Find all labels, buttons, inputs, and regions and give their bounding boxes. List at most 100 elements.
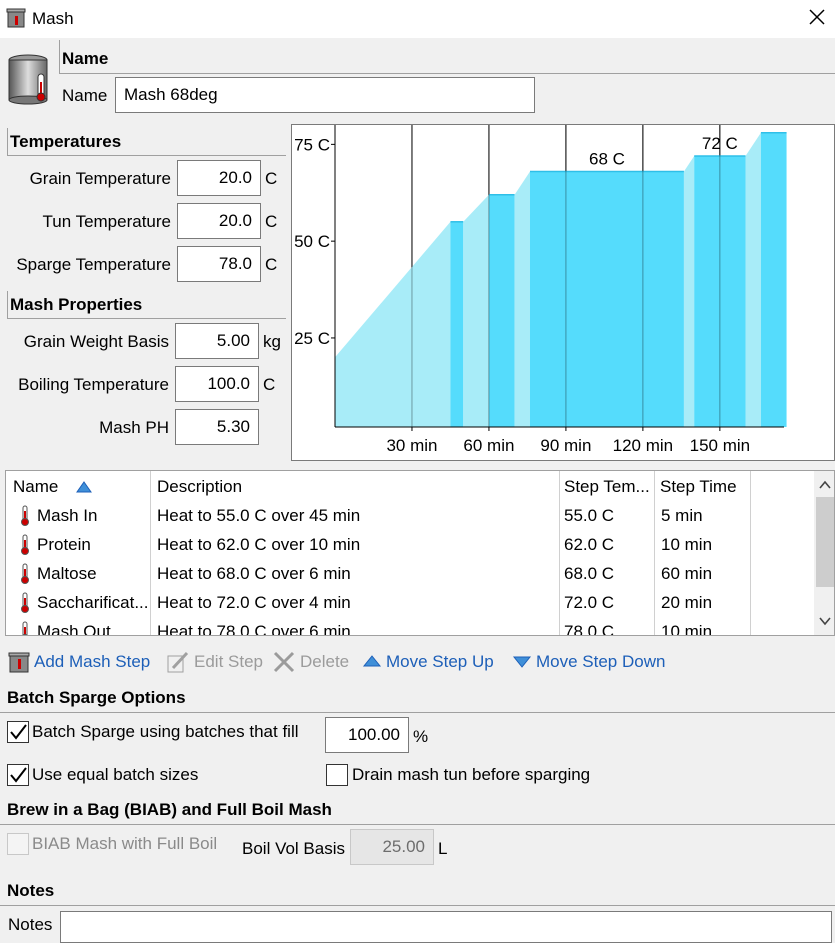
checkmark-icon <box>10 767 27 783</box>
mash-tun-icon <box>6 8 26 28</box>
column-header-step-time[interactable]: Step Time <box>660 477 737 497</box>
grain-weight-basis-unit: kg <box>263 332 281 351</box>
add-mash-step-button[interactable]: Add Mash Step <box>8 648 150 676</box>
mash-tun-large-icon <box>8 54 48 105</box>
name-label: Name <box>62 86 108 105</box>
batch-fill-unit: % <box>413 727 429 746</box>
step-temp-cell[interactable]: 72.0 C <box>564 593 652 613</box>
mash-ph-input[interactable]: 5.30 <box>175 409 259 445</box>
mash-profile-chart: 25 C 50 C 75 C 30 min 60 min 90 min 120 min 150… <box>291 124 835 461</box>
mash-steps-table[interactable]: Name Description Step Tem... Step Time M… <box>5 470 835 636</box>
column-divider <box>654 471 655 635</box>
grain-weight-basis-label: Grain Weight Basis <box>23 332 169 351</box>
sparge-temperature-input[interactable]: 78.0 <box>177 246 261 282</box>
step-name-cell[interactable]: Saccharificat... <box>37 593 149 613</box>
ramp-area <box>335 221 451 427</box>
arrow-down-icon <box>512 656 532 668</box>
sparge-temperature-unit: C <box>265 255 278 274</box>
rest-area <box>760 132 787 427</box>
step-description-cell[interactable]: Heat to 55.0 C over 45 min <box>157 506 557 526</box>
column-divider <box>750 471 751 635</box>
step-name-cell[interactable]: Mash Out <box>37 622 149 635</box>
boil-vol-basis-input[interactable]: 25.00 <box>350 829 434 865</box>
biab-full-boil-label: BIAB Mash with Full Boil <box>32 834 218 853</box>
add-mash-step-label: Add Mash Step <box>34 652 151 671</box>
delete-button[interactable]: Delete <box>272 648 349 676</box>
sort-ascending-icon[interactable] <box>76 481 92 493</box>
arrow-up-icon <box>362 655 382 667</box>
column-header-step-temp[interactable]: Step Tem... <box>564 477 650 497</box>
step-description-cell[interactable]: Heat to 78.0 C over 6 min <box>157 622 557 635</box>
tun-temperature-label: Tun Temperature <box>42 212 171 231</box>
step-description-cell[interactable]: Heat to 68.0 C over 6 min <box>157 564 557 584</box>
drain-mash-tun-checkbox[interactable] <box>326 764 348 786</box>
thermometer-icon <box>21 505 29 526</box>
temperatures-separator <box>7 155 286 156</box>
step-name-cell[interactable]: Protein <box>37 535 149 555</box>
name-input[interactable]: Mash 68deg <box>115 77 535 113</box>
step-time-cell[interactable]: 60 min <box>661 564 749 584</box>
step-name-cell[interactable]: Mash In <box>37 506 149 526</box>
column-divider <box>559 471 560 635</box>
mash-profile-plot: 25 C 50 C 75 C 30 min 60 min 90 min 120 min 150… <box>294 125 787 455</box>
move-step-up-button[interactable]: Move Step Up <box>362 648 494 676</box>
delete-icon <box>273 651 295 673</box>
ramp-area <box>683 155 695 427</box>
rest-area <box>488 194 515 427</box>
batch-sparge-label: Batch Sparge using batches that fill <box>32 722 299 741</box>
scroll-up-icon[interactable] <box>816 477 834 493</box>
grain-temperature-label: Grain Temperature <box>29 169 171 188</box>
equal-batch-sizes-checkbox[interactable] <box>7 764 29 786</box>
biab-separator <box>0 824 835 825</box>
rest-area <box>529 171 684 427</box>
window-title: Mash <box>32 9 74 28</box>
grain-temperature-unit: C <box>265 169 278 188</box>
boiling-temperature-input[interactable]: 100.0 <box>175 366 259 402</box>
step-description-cell[interactable]: Heat to 72.0 C over 4 min <box>157 593 557 613</box>
name-separator-vertical <box>59 40 60 74</box>
boiling-temperature-unit: C <box>263 375 276 394</box>
step-time-cell[interactable]: 5 min <box>661 506 749 526</box>
x-tick-label: 90 min <box>540 436 591 455</box>
move-step-down-button[interactable]: Move Step Down <box>512 648 665 676</box>
biab-full-boil-checkbox[interactable] <box>7 833 29 855</box>
notes-label: Notes <box>8 915 53 934</box>
step-temp-cell[interactable]: 68.0 C <box>564 564 652 584</box>
column-header-name[interactable]: Name <box>13 477 58 497</box>
column-header-description[interactable]: Description <box>157 477 242 497</box>
step-description-cell[interactable]: Heat to 62.0 C over 10 min <box>157 535 557 555</box>
step-time-cell[interactable]: 10 min <box>661 622 749 635</box>
mash-properties-separator <box>7 318 286 319</box>
batch-sparge-header: Batch Sparge Options <box>7 688 186 707</box>
notes-input[interactable] <box>60 911 832 943</box>
name-header: Name <box>62 49 109 68</box>
grain-weight-basis-input[interactable]: 5.00 <box>175 323 259 359</box>
ramp-area <box>514 171 530 427</box>
temperatures-header: Temperatures <box>10 132 122 151</box>
x-tick-label: 60 min <box>463 436 514 455</box>
temperature-annotation: 68 C <box>589 149 625 168</box>
boil-vol-basis-label: Boil Vol Basis <box>242 839 345 858</box>
step-time-cell[interactable]: 20 min <box>661 593 749 613</box>
edit-step-button[interactable]: Edit Step <box>166 648 263 676</box>
thermometer-icon <box>22 621 28 635</box>
notes-header: Notes <box>7 881 55 900</box>
mash-tun-icon <box>8 652 30 673</box>
batch-sparge-checkbox[interactable] <box>7 721 29 743</box>
scrollbar-thumb[interactable] <box>816 497 834 587</box>
grain-temperature-input[interactable]: 20.0 <box>177 160 261 196</box>
rest-area <box>450 221 464 427</box>
equal-batch-sizes-label: Use equal batch sizes <box>32 765 199 784</box>
step-temp-cell[interactable]: 78.0 C <box>564 622 652 635</box>
step-temp-cell[interactable]: 55.0 C <box>564 506 652 526</box>
tun-temperature-input[interactable]: 20.0 <box>177 203 261 239</box>
step-temp-cell[interactable]: 62.0 C <box>564 535 652 555</box>
step-name-cell[interactable]: Maltose <box>37 564 149 584</box>
notes-separator <box>0 905 835 906</box>
close-icon[interactable] <box>806 6 828 28</box>
batch-fill-input[interactable]: 100.00 <box>325 717 409 753</box>
step-time-cell[interactable]: 10 min <box>661 535 749 555</box>
biab-header: Brew in a Bag (BIAB) and Full Boil Mash <box>7 800 332 819</box>
scroll-down-icon[interactable] <box>816 613 834 629</box>
mash-properties-header: Mash Properties <box>10 295 143 314</box>
